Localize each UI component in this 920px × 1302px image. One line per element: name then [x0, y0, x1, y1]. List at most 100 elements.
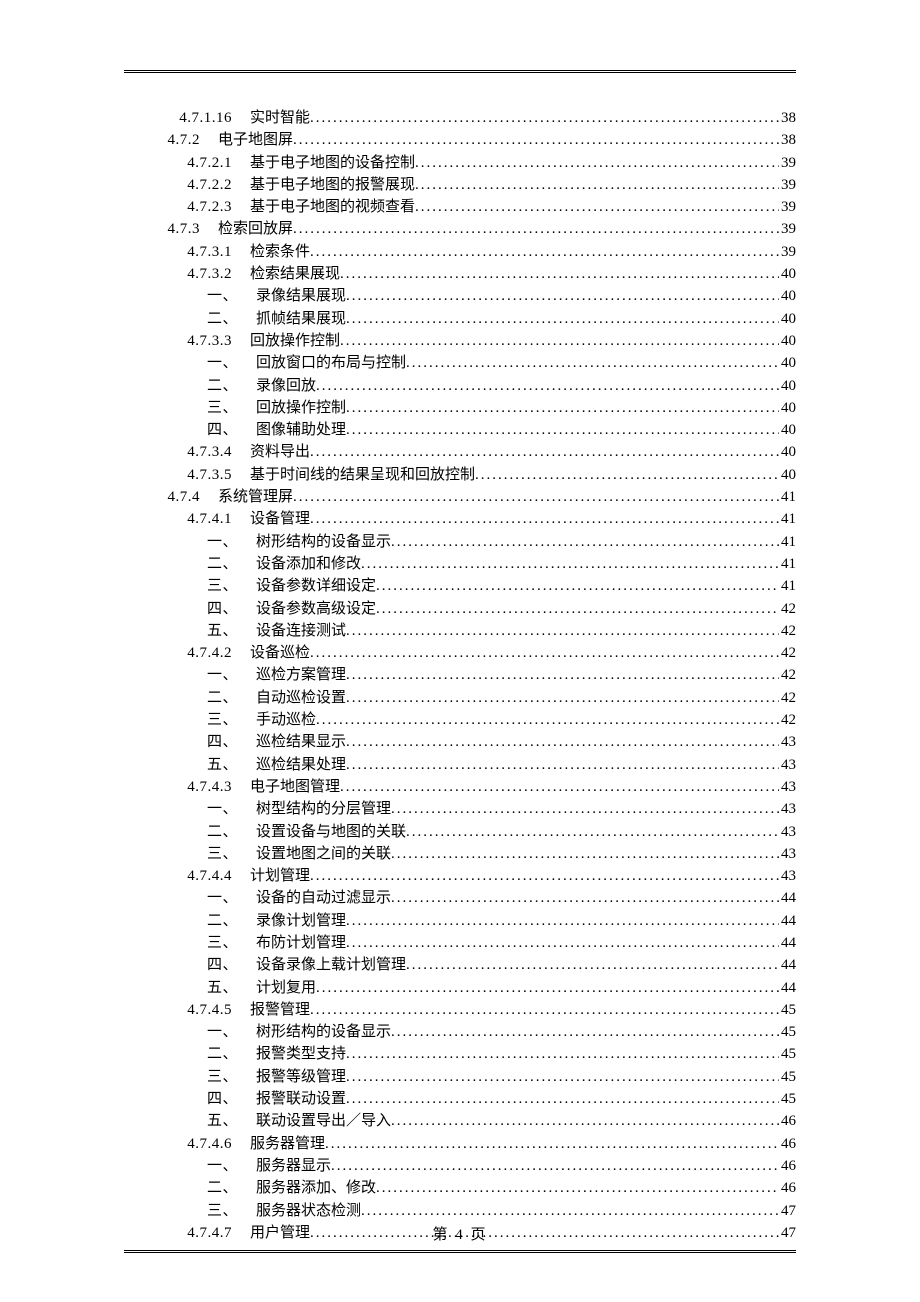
toc-entry: 二、抓帧结果展现40 [124, 308, 796, 330]
toc-entry: 四、报警联动设置45 [124, 1088, 796, 1110]
toc-entry-page: 43 [779, 776, 796, 798]
toc-leader-dots [391, 798, 779, 820]
toc-entry-title: 联动设置导出／导入 [256, 1110, 391, 1132]
toc-leader-dots [376, 1177, 779, 1199]
toc-entry-page: 39 [779, 241, 796, 263]
toc-entry-title: 设备参数详细设定 [256, 575, 376, 597]
toc-entry-number: 五、 [124, 620, 256, 642]
toc-entry-number: 四、 [124, 598, 256, 620]
toc-entry-title: 树形结构的设备显示 [256, 1021, 391, 1043]
toc-entry-title: 布防计划管理 [256, 932, 346, 954]
toc-entry: 五、巡检结果处理43 [124, 754, 796, 776]
table-of-contents: 4.7.1.16实时智能384.7.2电子地图屏384.7.2.1基于电子地图的… [124, 107, 796, 1244]
toc-entry-title: 检索条件 [250, 241, 310, 263]
toc-entry-page: 41 [779, 508, 796, 530]
toc-entry-title: 抓帧结果展现 [256, 308, 346, 330]
toc-entry-number: 三、 [124, 397, 256, 419]
toc-entry: 四、巡检结果显示43 [124, 731, 796, 753]
toc-entry-page: 45 [779, 999, 796, 1021]
toc-entry-page: 40 [779, 352, 796, 374]
toc-leader-dots [406, 352, 779, 374]
toc-leader-dots [361, 553, 779, 575]
top-rule [124, 70, 796, 73]
toc-entry-title: 录像结果展现 [256, 285, 346, 307]
toc-leader-dots [346, 910, 779, 932]
toc-entry-title: 巡检结果显示 [256, 731, 346, 753]
toc-leader-dots [346, 731, 779, 753]
toc-entry: 二、录像回放40 [124, 375, 796, 397]
toc-entry-title: 巡检方案管理 [256, 664, 346, 686]
toc-entry-number: 三、 [124, 1200, 256, 1222]
toc-entry-number: 三、 [124, 843, 256, 865]
toc-entry-page: 40 [779, 397, 796, 419]
toc-leader-dots [346, 664, 779, 686]
toc-entry-number: 四、 [124, 1088, 256, 1110]
toc-leader-dots [310, 241, 779, 263]
toc-entry-page: 42 [779, 598, 796, 620]
toc-entry-title: 基于时间线的结果呈现和回放控制 [250, 464, 475, 486]
toc-entry-number: 三、 [124, 709, 256, 731]
toc-entry: 三、设备参数详细设定41 [124, 575, 796, 597]
toc-entry-number: 4.7.3.3 [124, 330, 250, 352]
toc-leader-dots [346, 1088, 779, 1110]
toc-entry-number: 一、 [124, 664, 256, 686]
toc-entry-title: 设备录像上载计划管理 [256, 954, 406, 976]
toc-entry-page: 40 [779, 263, 796, 285]
toc-leader-dots [310, 999, 779, 1021]
toc-entry-number: 4.7.2.1 [124, 152, 250, 174]
toc-leader-dots [331, 1155, 779, 1177]
toc-leader-dots [391, 843, 779, 865]
toc-leader-dots [293, 486, 779, 508]
toc-entry-title: 服务器管理 [250, 1133, 325, 1155]
toc-entry-number: 4.7.4.2 [124, 642, 250, 664]
toc-entry-title: 资料导出 [250, 441, 310, 463]
toc-entry-page: 44 [779, 887, 796, 909]
toc-entry-page: 44 [779, 977, 796, 999]
toc-entry-title: 回放操作控制 [256, 397, 346, 419]
toc-entry-number: 一、 [124, 531, 256, 553]
toc-entry-page: 46 [779, 1155, 796, 1177]
toc-entry-title: 计划管理 [250, 865, 310, 887]
toc-entry: 三、报警等级管理45 [124, 1066, 796, 1088]
toc-entry: 二、录像计划管理44 [124, 910, 796, 932]
toc-entry: 一、设备的自动过滤显示44 [124, 887, 796, 909]
toc-entry: 一、树型结构的分层管理43 [124, 798, 796, 820]
toc-entry-number: 三、 [124, 932, 256, 954]
toc-leader-dots [310, 508, 779, 530]
toc-entry-page: 38 [779, 129, 796, 151]
toc-entry-title: 电子地图屏 [218, 129, 293, 151]
toc-entry-title: 服务器显示 [256, 1155, 331, 1177]
toc-entry-title: 回放窗口的布局与控制 [256, 352, 406, 374]
toc-entry-title: 录像回放 [256, 375, 316, 397]
toc-entry-page: 43 [779, 865, 796, 887]
toc-entry: 五、计划复用44 [124, 977, 796, 999]
toc-entry-number: 4.7.4.3 [124, 776, 250, 798]
toc-entry: 三、回放操作控制 40 [124, 397, 796, 419]
toc-leader-dots [346, 620, 779, 642]
toc-entry: 4.7.4.2设备巡检42 [124, 642, 796, 664]
page-number: 第 4 页 [432, 1227, 487, 1243]
toc-leader-dots [361, 1200, 779, 1222]
toc-entry-page: 41 [779, 486, 796, 508]
toc-entry-number: 4.7.2.3 [124, 196, 250, 218]
toc-leader-dots [346, 285, 779, 307]
toc-leader-dots [346, 308, 779, 330]
toc-entry-number: 三、 [124, 575, 256, 597]
toc-leader-dots [316, 709, 779, 731]
toc-entry-number: 二、 [124, 308, 256, 330]
toc-entry-page: 42 [779, 620, 796, 642]
toc-leader-dots [293, 129, 779, 151]
toc-entry-page: 42 [779, 687, 796, 709]
toc-entry-number: 一、 [124, 887, 256, 909]
toc-entry-title: 服务器状态检测 [256, 1200, 361, 1222]
toc-entry-number: 4.7.3.1 [124, 241, 250, 263]
toc-entry-number: 4.7.4.4 [124, 865, 250, 887]
toc-entry: 三、设置地图之间的关联43 [124, 843, 796, 865]
toc-entry: 一、服务器显示46 [124, 1155, 796, 1177]
toc-entry-title: 设备参数高级设定 [256, 598, 376, 620]
toc-entry: 4.7.3.2检索结果展现40 [124, 263, 796, 285]
toc-entry-title: 检索结果展现 [250, 263, 340, 285]
toc-entry-number: 五、 [124, 1110, 256, 1132]
toc-leader-dots [325, 1133, 779, 1155]
toc-entry-page: 40 [779, 375, 796, 397]
